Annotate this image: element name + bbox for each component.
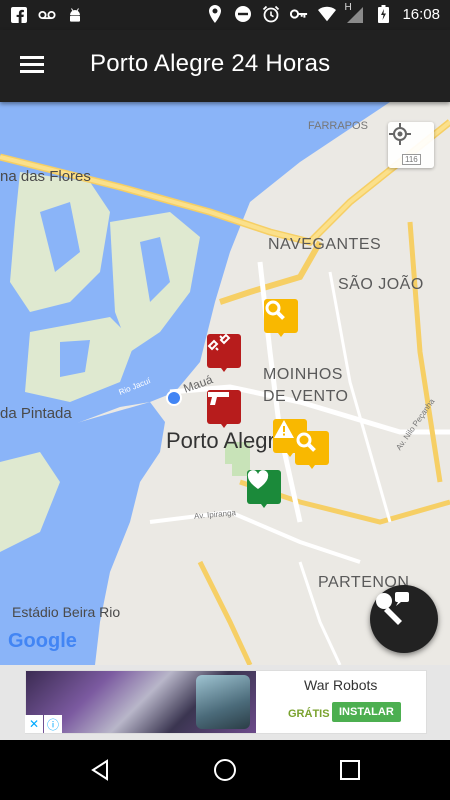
gun-incident-marker[interactable] — [207, 390, 241, 430]
heart-icon — [247, 470, 281, 504]
google-logo: Google — [8, 630, 77, 653]
label-navegantes: NAVEGANTES — [268, 236, 382, 253]
health-marker[interactable] — [247, 470, 281, 510]
navigation-bar — [0, 740, 450, 800]
voicemail-icon — [38, 6, 56, 24]
ad-close-icon[interactable]: ✕ — [25, 715, 43, 733]
chain-incident-marker[interactable] — [207, 334, 241, 374]
ad-info-icon[interactable]: ⓘ — [44, 715, 62, 733]
ad-install-button[interactable]: INSTALAR — [332, 702, 401, 722]
android-icon — [66, 6, 84, 24]
ad-free-label: GRÁTIS — [288, 708, 330, 720]
back-icon[interactable] — [85, 755, 115, 785]
hamburger-menu-icon[interactable] — [20, 52, 50, 80]
label-moinhos: MOINHOS DE VENTO — [263, 366, 349, 405]
report-microphone-icon[interactable] — [370, 585, 438, 653]
broken-chain-icon — [207, 334, 241, 368]
signal-h-icon: H — [344, 2, 364, 23]
app-bar: Porto Alegre 24 Horas — [0, 30, 450, 102]
label-sao-joao: SÃO JOÃO — [338, 276, 424, 293]
signal-h-letter: H — [344, 2, 352, 13]
alarm-icon — [262, 5, 280, 23]
ad-app-icon[interactable] — [196, 675, 250, 729]
label-da-pintada: da Pintada — [0, 405, 72, 422]
ad-title: War Robots — [304, 677, 378, 693]
highway-shield: 116 — [402, 154, 421, 165]
status-bar: H 16:08 — [0, 0, 450, 30]
label-farrapos: FARRAPOS — [308, 120, 368, 132]
gun-icon — [207, 390, 241, 424]
map-view[interactable]: FARRAPOS na das Flores NAVEGANTES SÃO JO… — [0, 102, 450, 665]
ad-banner[interactable]: War Robots GRÁTIS INSTALAR — [0, 665, 450, 740]
wifi-icon — [318, 5, 337, 23]
app-title: Porto Alegre 24 Horas — [90, 50, 331, 77]
location-icon — [206, 5, 224, 23]
battery-icon — [374, 5, 392, 23]
magnifier-icon — [264, 299, 298, 333]
label-porto-alegre: Porto Alegre — [166, 428, 288, 453]
magnifier-icon — [295, 431, 329, 465]
label-estadio: Estádio Beira Rio — [12, 604, 121, 620]
key-icon — [290, 5, 308, 23]
ad-card[interactable]: War Robots GRÁTIS INSTALAR — [25, 670, 427, 734]
do-not-disturb-icon — [234, 5, 252, 23]
search-marker-1[interactable] — [264, 299, 298, 339]
clock: 16:08 — [402, 5, 440, 23]
google-logo-text: Google — [8, 630, 77, 652]
facebook-icon — [10, 6, 28, 24]
search-marker-2[interactable] — [295, 431, 329, 471]
recents-icon[interactable] — [335, 755, 365, 785]
home-icon[interactable] — [210, 755, 240, 785]
label-ilha-flores: na das Flores — [0, 168, 91, 185]
